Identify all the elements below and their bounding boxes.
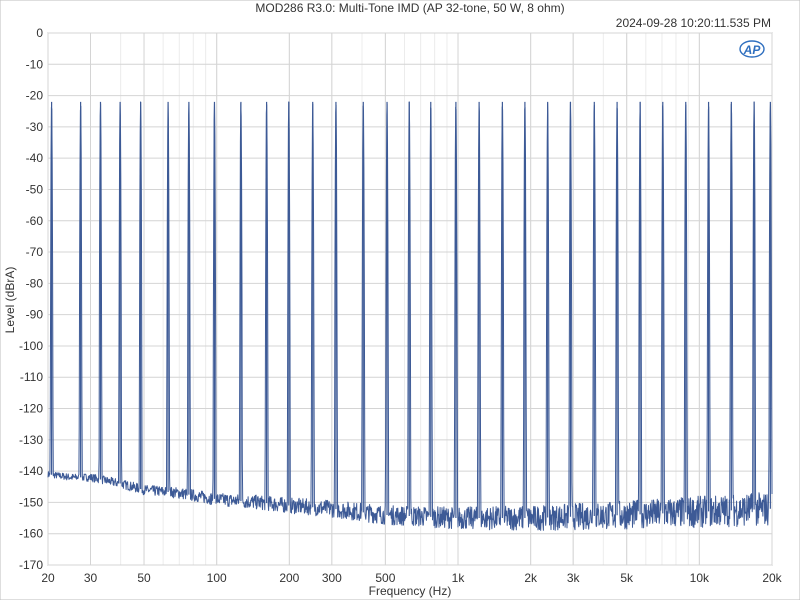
x-tick-label: 10k — [690, 571, 710, 585]
y-tick-label: -140 — [19, 464, 43, 478]
x-tick-label: 30 — [84, 571, 98, 585]
y-tick-label: -110 — [20, 370, 43, 384]
ap-logo-text: AP — [743, 43, 762, 57]
y-tick-label: -120 — [19, 402, 43, 416]
timestamp: 2024-09-28 10:20:11.535 PM — [616, 16, 771, 30]
y-axis-label: Level (dBrA) — [3, 267, 17, 334]
y-tick-label: -160 — [19, 527, 43, 541]
y-tick-label: -40 — [26, 151, 44, 165]
y-tick-label: -80 — [26, 276, 44, 290]
chart-title: MOD286 R3.0: Multi-Tone IMD (AP 32-tone,… — [255, 1, 564, 15]
y-tick-label: -60 — [26, 214, 44, 228]
y-tick-label: -170 — [19, 558, 43, 572]
x-axis-label: Frequency (Hz) — [369, 584, 452, 598]
x-tick-label: 200 — [279, 571, 299, 585]
y-tick-label: -100 — [19, 339, 43, 353]
x-tick-label: 50 — [137, 571, 151, 585]
x-tick-label: 1k — [452, 571, 466, 585]
y-tick-label: -10 — [26, 57, 44, 71]
chart: MOD286 R3.0: Multi-Tone IMD (AP 32-tone,… — [0, 0, 800, 600]
y-tick-label: -90 — [26, 308, 44, 322]
y-tick-label: -130 — [19, 433, 43, 447]
x-tick-label: 20k — [762, 571, 782, 585]
y-tick-label: -30 — [26, 120, 44, 134]
y-tick-label: -70 — [26, 245, 44, 259]
x-tick-label: 500 — [375, 571, 395, 585]
x-tick-label: 20 — [41, 571, 55, 585]
x-tick-label: 300 — [322, 571, 342, 585]
x-tick-label: 5k — [620, 571, 634, 585]
y-tick-label: -50 — [26, 182, 44, 196]
x-tick-label: 2k — [524, 571, 538, 585]
y-tick-label: 0 — [36, 26, 43, 40]
y-tick-label: -150 — [19, 495, 43, 509]
x-tick-label: 3k — [567, 571, 581, 585]
y-tick-label: -20 — [26, 89, 44, 103]
x-tick-label: 100 — [207, 571, 227, 585]
